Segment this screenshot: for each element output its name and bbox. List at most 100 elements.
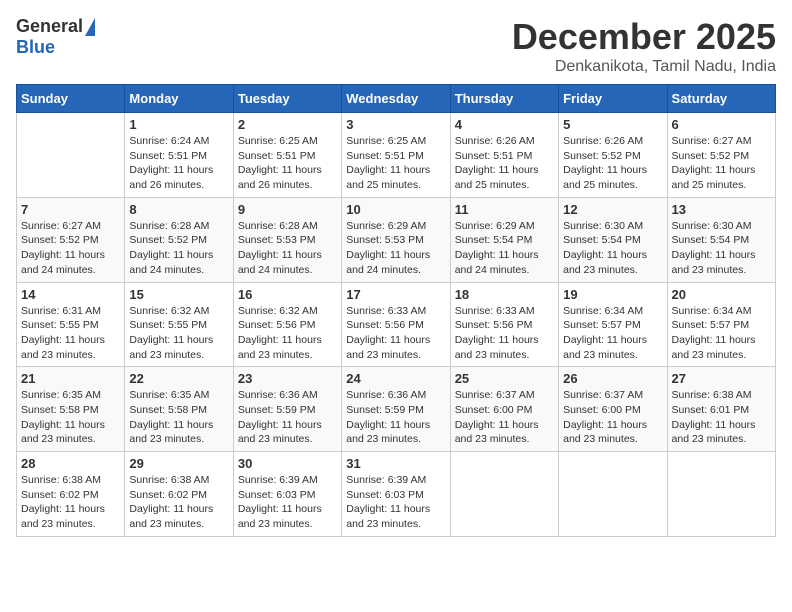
day-info: Sunrise: 6:27 AMSunset: 5:52 PMDaylight:… <box>21 219 120 278</box>
day-info: Sunrise: 6:32 AMSunset: 5:56 PMDaylight:… <box>238 304 337 363</box>
day-number: 19 <box>563 287 662 302</box>
day-number: 1 <box>129 117 228 132</box>
day-info: Sunrise: 6:31 AMSunset: 5:55 PMDaylight:… <box>21 304 120 363</box>
day-info: Sunrise: 6:34 AMSunset: 5:57 PMDaylight:… <box>672 304 771 363</box>
day-number: 31 <box>346 456 445 471</box>
logo-general-text: General <box>16 16 83 37</box>
day-number: 11 <box>455 202 554 217</box>
calendar-cell: 6 Sunrise: 6:27 AMSunset: 5:52 PMDaylight… <box>667 113 775 198</box>
calendar-cell: 9Sunrise: 6:28 AMSunset: 5:53 PMDaylight… <box>233 197 341 282</box>
weekday-header-saturday: Saturday <box>667 85 775 113</box>
calendar-cell: 12 Sunrise: 6:30 AMSunset: 5:54 PMDayligh… <box>559 197 667 282</box>
day-number: 20 <box>672 287 771 302</box>
calendar-cell: 2Sunrise: 6:25 AMSunset: 5:51 PMDaylight… <box>233 113 341 198</box>
day-number: 7 <box>21 202 120 217</box>
logo-blue-text: Blue <box>16 37 55 58</box>
day-number: 17 <box>346 287 445 302</box>
week-row-1: 1Sunrise: 6:24 AMSunset: 5:51 PMDaylight… <box>17 113 776 198</box>
weekday-header-monday: Monday <box>125 85 233 113</box>
day-number: 4 <box>455 117 554 132</box>
calendar-table: SundayMondayTuesdayWednesdayThursdayFrid… <box>16 84 776 537</box>
day-number: 30 <box>238 456 337 471</box>
day-number: 16 <box>238 287 337 302</box>
day-number: 29 <box>129 456 228 471</box>
day-number: 18 <box>455 287 554 302</box>
day-info: Sunrise: 6:25 AMSunset: 5:51 PMDaylight:… <box>238 134 337 193</box>
week-row-5: 28Sunrise: 6:38 AMSunset: 6:02 PMDayligh… <box>17 452 776 537</box>
week-row-2: 7 Sunrise: 6:27 AMSunset: 5:52 PMDaylight… <box>17 197 776 282</box>
weekday-header-row: SundayMondayTuesdayWednesdayThursdayFrid… <box>17 85 776 113</box>
calendar-cell: 24Sunrise: 6:36 AMSunset: 5:59 PMDayligh… <box>342 367 450 452</box>
day-number: 14 <box>21 287 120 302</box>
calendar-cell: 17 Sunrise: 6:33 AMSunset: 5:56 PMDayligh… <box>342 282 450 367</box>
day-info: Sunrise: 6:36 AMSunset: 5:59 PMDaylight:… <box>238 388 337 447</box>
page-header: General Blue December 2025 Denkanikota, … <box>16 16 776 76</box>
calendar-cell: 22 Sunrise: 6:35 AMSunset: 5:58 PMDayligh… <box>125 367 233 452</box>
day-number: 25 <box>455 371 554 386</box>
calendar-cell: 5 Sunrise: 6:26 AMSunset: 5:52 PMDaylight… <box>559 113 667 198</box>
weekday-header-thursday: Thursday <box>450 85 558 113</box>
calendar-cell: 23 Sunrise: 6:36 AMSunset: 5:59 PMDayligh… <box>233 367 341 452</box>
day-number: 13 <box>672 202 771 217</box>
day-info: Sunrise: 6:34 AMSunset: 5:57 PMDaylight:… <box>563 304 662 363</box>
calendar-cell: 1Sunrise: 6:24 AMSunset: 5:51 PMDaylight… <box>125 113 233 198</box>
day-number: 22 <box>129 371 228 386</box>
location-subtitle: Denkanikota, Tamil Nadu, India <box>512 58 776 76</box>
day-info: Sunrise: 6:37 AMSunset: 6:00 PMDaylight:… <box>455 388 554 447</box>
day-info: Sunrise: 6:35 AMSunset: 5:58 PMDaylight:… <box>129 388 228 447</box>
calendar-cell <box>17 113 125 198</box>
logo: General Blue <box>16 16 95 58</box>
calendar-cell <box>667 452 775 537</box>
day-number: 15 <box>129 287 228 302</box>
day-number: 5 <box>563 117 662 132</box>
day-info: Sunrise: 6:38 AMSunset: 6:02 PMDaylight:… <box>21 473 120 532</box>
calendar-cell: 10 Sunrise: 6:29 AMSunset: 5:53 PMDayligh… <box>342 197 450 282</box>
day-info: Sunrise: 6:33 AMSunset: 5:56 PMDaylight:… <box>346 304 445 363</box>
day-number: 23 <box>238 371 337 386</box>
calendar-cell: 16 Sunrise: 6:32 AMSunset: 5:56 PMDayligh… <box>233 282 341 367</box>
calendar-cell: 3 Sunrise: 6:25 AMSunset: 5:51 PMDaylight… <box>342 113 450 198</box>
calendar-cell: 19 Sunrise: 6:34 AMSunset: 5:57 PMDayligh… <box>559 282 667 367</box>
calendar-cell: 27Sunrise: 6:38 AMSunset: 6:01 PMDayligh… <box>667 367 775 452</box>
logo-triangle-icon <box>85 18 95 36</box>
title-area: December 2025 Denkanikota, Tamil Nadu, I… <box>512 16 776 76</box>
day-number: 3 <box>346 117 445 132</box>
calendar-cell: 18 Sunrise: 6:33 AMSunset: 5:56 PMDayligh… <box>450 282 558 367</box>
day-info: Sunrise: 6:33 AMSunset: 5:56 PMDaylight:… <box>455 304 554 363</box>
day-number: 6 <box>672 117 771 132</box>
weekday-header-wednesday: Wednesday <box>342 85 450 113</box>
week-row-3: 14 Sunrise: 6:31 AMSunset: 5:55 PMDayligh… <box>17 282 776 367</box>
calendar-cell: 20 Sunrise: 6:34 AMSunset: 5:57 PMDayligh… <box>667 282 775 367</box>
calendar-cell: 31Sunrise: 6:39 AMSunset: 6:03 PMDayligh… <box>342 452 450 537</box>
calendar-cell: 29 Sunrise: 6:38 AMSunset: 6:02 PMDayligh… <box>125 452 233 537</box>
day-info: Sunrise: 6:27 AMSunset: 5:52 PMDaylight:… <box>672 134 771 193</box>
day-info: Sunrise: 6:26 AMSunset: 5:52 PMDaylight:… <box>563 134 662 193</box>
day-info: Sunrise: 6:38 AMSunset: 6:02 PMDaylight:… <box>129 473 228 532</box>
day-info: Sunrise: 6:30 AMSunset: 5:54 PMDaylight:… <box>563 219 662 278</box>
day-info: Sunrise: 6:37 AMSunset: 6:00 PMDaylight:… <box>563 388 662 447</box>
calendar-cell: 7 Sunrise: 6:27 AMSunset: 5:52 PMDaylight… <box>17 197 125 282</box>
calendar-cell: 11Sunrise: 6:29 AMSunset: 5:54 PMDayligh… <box>450 197 558 282</box>
day-info: Sunrise: 6:28 AMSunset: 5:52 PMDaylight:… <box>129 219 228 278</box>
day-info: Sunrise: 6:30 AMSunset: 5:54 PMDaylight:… <box>672 219 771 278</box>
month-title: December 2025 <box>512 16 776 58</box>
day-info: Sunrise: 6:35 AMSunset: 5:58 PMDaylight:… <box>21 388 120 447</box>
calendar-cell: 28Sunrise: 6:38 AMSunset: 6:02 PMDayligh… <box>17 452 125 537</box>
calendar-cell <box>450 452 558 537</box>
calendar-cell: 15Sunrise: 6:32 AMSunset: 5:55 PMDayligh… <box>125 282 233 367</box>
day-number: 12 <box>563 202 662 217</box>
day-number: 8 <box>129 202 228 217</box>
day-number: 26 <box>563 371 662 386</box>
day-info: Sunrise: 6:28 AMSunset: 5:53 PMDaylight:… <box>238 219 337 278</box>
day-info: Sunrise: 6:25 AMSunset: 5:51 PMDaylight:… <box>346 134 445 193</box>
calendar-cell <box>559 452 667 537</box>
weekday-header-tuesday: Tuesday <box>233 85 341 113</box>
calendar-cell: 4 Sunrise: 6:26 AMSunset: 5:51 PMDaylight… <box>450 113 558 198</box>
day-info: Sunrise: 6:29 AMSunset: 5:53 PMDaylight:… <box>346 219 445 278</box>
day-info: Sunrise: 6:26 AMSunset: 5:51 PMDaylight:… <box>455 134 554 193</box>
calendar-cell: 25 Sunrise: 6:37 AMSunset: 6:00 PMDayligh… <box>450 367 558 452</box>
day-number: 27 <box>672 371 771 386</box>
day-number: 10 <box>346 202 445 217</box>
weekday-header-friday: Friday <box>559 85 667 113</box>
calendar-cell: 26 Sunrise: 6:37 AMSunset: 6:00 PMDayligh… <box>559 367 667 452</box>
